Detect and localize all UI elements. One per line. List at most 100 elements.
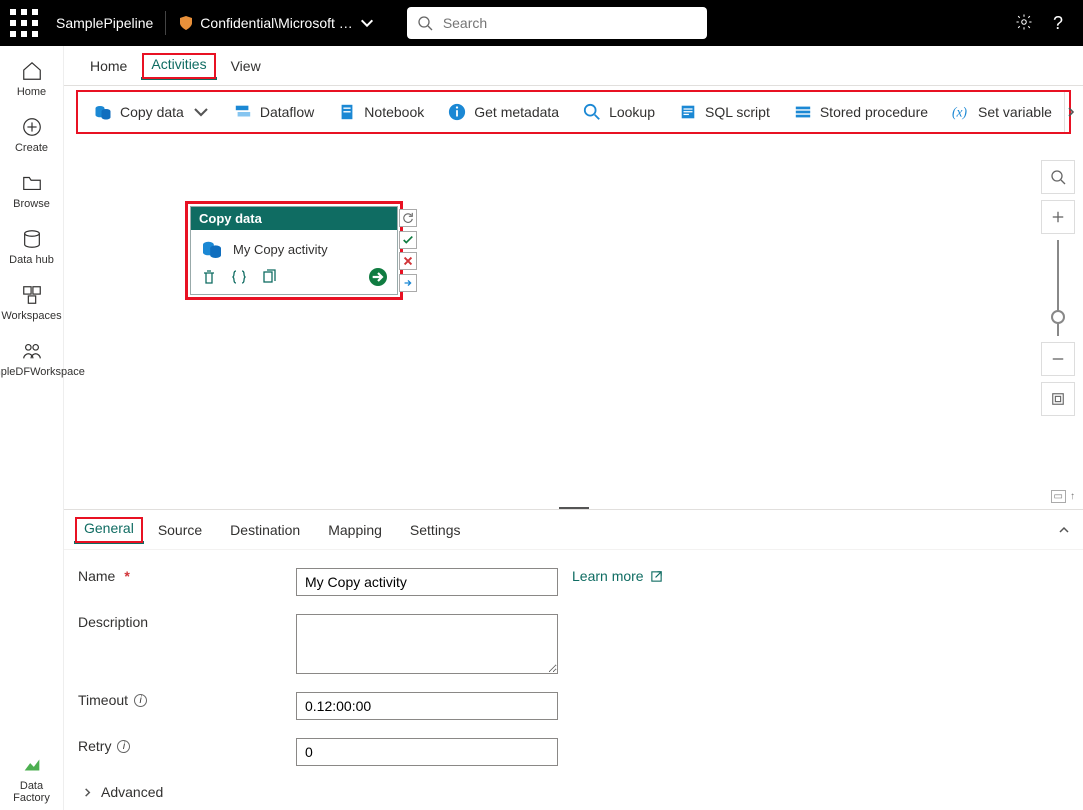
ribbon-dataflow[interactable]: Dataflow (222, 92, 326, 132)
nav-label: Home (17, 86, 46, 98)
nav-label: Data hub (9, 254, 54, 266)
sensitivity-dropdown[interactable]: Confidential\Microsoft … (170, 15, 383, 31)
nav-sample-workspace[interactable]: SampleDFWorkspace (2, 334, 62, 384)
info-circle-icon (448, 103, 466, 121)
panel-resize-handle[interactable] (559, 507, 589, 509)
chevron-down-icon (359, 15, 375, 31)
copy-icon[interactable] (261, 269, 277, 285)
nav-workspaces[interactable]: Workspaces (2, 278, 62, 328)
retry-field[interactable] (296, 738, 558, 766)
search-input[interactable] (441, 14, 697, 32)
zoom-in-button[interactable] (1041, 200, 1075, 234)
proptab-settings[interactable]: Settings (396, 510, 475, 549)
help-icon[interactable]: ? (1053, 13, 1063, 34)
nav-browse[interactable]: Browse (2, 166, 62, 216)
app-launcher-icon[interactable] (8, 7, 40, 39)
tab-activities[interactable]: Activities (141, 52, 216, 80)
top-bar: SamplePipeline Confidential\Microsoft … … (0, 0, 1083, 46)
name-field[interactable] (296, 568, 558, 596)
data-factory-icon (21, 754, 43, 776)
zoom-slider[interactable] (1041, 240, 1075, 336)
ribbon-stored-procedure[interactable]: Stored procedure (782, 92, 940, 132)
info-icon[interactable]: i (117, 740, 130, 753)
run-icon[interactable] (369, 268, 387, 286)
canvas-tools (1041, 160, 1075, 422)
variable-icon: (x) (952, 103, 970, 121)
editor-tabs: Home Activities View (64, 46, 1083, 86)
search-box[interactable] (407, 7, 707, 39)
nav-label: Workspaces (1, 310, 61, 322)
node-body: My Copy activity (191, 230, 397, 264)
timeout-label: Timeout i (78, 692, 296, 708)
home-icon (21, 60, 43, 82)
tab-home[interactable]: Home (76, 46, 141, 85)
ribbon-lookup[interactable]: Lookup (571, 92, 667, 132)
tab-view[interactable]: View (217, 46, 275, 85)
nav-create[interactable]: Create (2, 110, 62, 160)
chevron-down-icon (192, 103, 210, 121)
dataflow-icon (234, 103, 252, 121)
node-header: Copy data (191, 207, 397, 230)
advanced-toggle[interactable]: Advanced (78, 784, 1069, 800)
workspaces-icon (21, 284, 43, 306)
general-form: Name* Learn more Description Timeout i (64, 550, 1083, 810)
proptab-general[interactable]: General (74, 516, 144, 544)
lookup-icon (583, 103, 601, 121)
nav-data-hub[interactable]: Data hub (2, 222, 62, 272)
ribbon-sql-script[interactable]: SQL script (667, 92, 782, 132)
notebook-icon (338, 103, 356, 121)
minimap-toggle[interactable]: ▭↑ (1051, 490, 1075, 503)
ribbon-set-variable[interactable]: (x) Set variable (940, 92, 1064, 132)
description-field[interactable] (296, 614, 558, 674)
copy-data-icon (94, 103, 112, 121)
info-icon[interactable]: i (134, 694, 147, 707)
sensitivity-label: Confidential\Microsoft … (200, 15, 353, 31)
left-nav-rail: Home Create Browse Data hub Workspaces S… (0, 46, 64, 810)
topbar-controls: ? (1015, 13, 1075, 34)
nav-data-factory[interactable]: Data Factory (2, 748, 62, 810)
settings-icon[interactable] (1015, 13, 1033, 34)
zoom-out-button[interactable] (1041, 342, 1075, 376)
panel-collapse-button[interactable] (1057, 510, 1071, 549)
code-braces-icon[interactable] (231, 269, 247, 285)
divider (165, 11, 166, 35)
zoom-knob[interactable] (1051, 310, 1065, 324)
proptab-destination[interactable]: Destination (216, 510, 314, 549)
nav-label: Browse (13, 198, 50, 210)
retry-label: Retry i (78, 738, 296, 754)
external-link-icon (650, 570, 663, 583)
fit-to-screen-button[interactable] (1041, 382, 1075, 416)
svg-text:(x): (x) (952, 105, 967, 120)
timeout-field[interactable] (296, 692, 558, 720)
name-label: Name* (78, 568, 296, 584)
stored-procedure-icon (794, 103, 812, 121)
ribbon-scroll-right[interactable] (1064, 92, 1077, 132)
canvas-search-button[interactable] (1041, 160, 1075, 194)
shield-icon (178, 15, 194, 31)
node-connectors (397, 207, 419, 294)
proptab-mapping[interactable]: Mapping (314, 510, 396, 549)
ribbon-copy-data[interactable]: Copy data (82, 92, 222, 132)
nav-home[interactable]: Home (2, 54, 62, 104)
nav-label: Data Factory (4, 780, 60, 804)
pipeline-canvas[interactable]: Copy data My Copy activity (64, 136, 1083, 509)
activities-ribbon: Copy data Dataflow Notebook Get metadata (76, 90, 1071, 134)
connector-completion-icon[interactable] (399, 274, 417, 292)
ribbon-get-metadata[interactable]: Get metadata (436, 92, 571, 132)
nav-label: Create (15, 142, 48, 154)
chevron-right-icon (82, 787, 93, 798)
properties-panel: General Source Destination Mapping Setti… (64, 509, 1083, 810)
connector-success-icon[interactable] (399, 231, 417, 249)
ribbon-notebook[interactable]: Notebook (326, 92, 436, 132)
chevron-right-icon (1065, 106, 1077, 118)
script-icon (679, 103, 697, 121)
connector-retry-icon[interactable] (399, 209, 417, 227)
node-activity-name: My Copy activity (233, 242, 328, 257)
connector-failure-icon[interactable] (399, 252, 417, 270)
pipeline-title: SamplePipeline (48, 15, 161, 31)
learn-more-link[interactable]: Learn more (572, 568, 663, 584)
plus-circle-icon (21, 116, 43, 138)
delete-icon[interactable] (201, 269, 217, 285)
copy-data-node[interactable]: Copy data My Copy activity (190, 206, 398, 295)
proptab-source[interactable]: Source (144, 510, 216, 549)
